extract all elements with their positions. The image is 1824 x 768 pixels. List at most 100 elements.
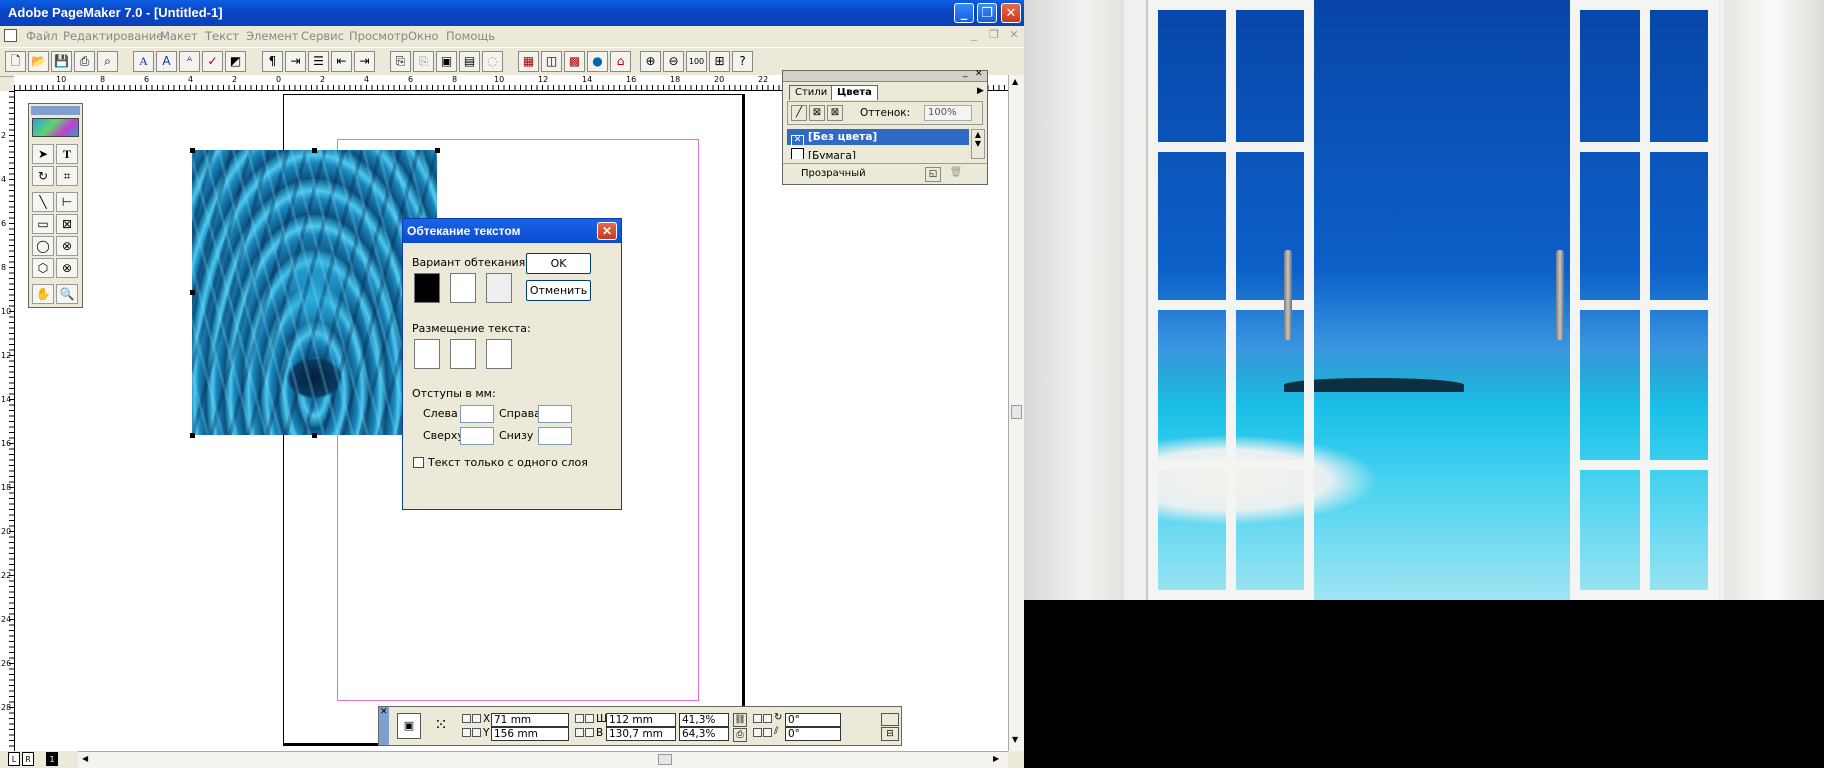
- zoom-in-icon[interactable]: ⊕: [640, 51, 661, 72]
- rotation-field[interactable]: 0°: [785, 713, 841, 727]
- copy-icon[interactable]: ⎘: [390, 51, 411, 72]
- left-offset-input[interactable]: [460, 405, 494, 423]
- bullets-icon[interactable]: ☰: [308, 51, 329, 72]
- selection-handle[interactable]: [190, 290, 195, 295]
- height-field[interactable]: 130,7 mm: [606, 727, 676, 741]
- vertical-ruler[interactable]: 2 4 6 8 10 12 14 16 18 20 22 24 26 28: [0, 91, 15, 751]
- paragraph-icon[interactable]: ¶: [262, 51, 283, 72]
- ellipse-tool-icon[interactable]: ◯: [32, 236, 54, 256]
- wrap-custom-icon[interactable]: [486, 273, 512, 303]
- ungroup-icon[interactable]: ◌: [482, 51, 503, 72]
- font-icon[interactable]: A: [133, 51, 154, 72]
- pointer-tool-icon[interactable]: ➤: [32, 144, 54, 164]
- skew-field[interactable]: 0°: [785, 727, 841, 741]
- spelling-icon[interactable]: ✓: [202, 51, 223, 72]
- ok-button[interactable]: OK: [526, 253, 591, 274]
- scroll-up-icon[interactable]: ▲: [1012, 77, 1018, 86]
- polygon-frame-tool-icon[interactable]: ⊗: [56, 258, 78, 278]
- rectangle-tool-icon[interactable]: ▭: [32, 214, 54, 234]
- menu-file[interactable]: Файл: [26, 29, 58, 43]
- vertical-scrollbar[interactable]: ▲ ▼: [1008, 75, 1024, 751]
- scroll-right-icon[interactable]: ▶: [993, 754, 999, 763]
- doc-close-button[interactable]: ✕: [1007, 28, 1021, 42]
- menu-element[interactable]: Элемент: [246, 29, 298, 43]
- nudge-h-down[interactable]: [585, 728, 594, 737]
- pdf-icon[interactable]: ▩: [564, 51, 585, 72]
- constrained-line-tool-icon[interactable]: ⊢: [56, 192, 78, 212]
- find-icon[interactable]: ⌕: [97, 51, 118, 72]
- document-icon[interactable]: [4, 29, 17, 42]
- left-master-page-icon[interactable]: L: [8, 752, 20, 766]
- maximize-button[interactable]: ❐: [977, 3, 997, 23]
- swatch-paper[interactable]: [Бумага]: [787, 147, 969, 159]
- proxy-icon[interactable]: ⁙: [429, 713, 453, 739]
- dialog-close-button[interactable]: ✕: [597, 222, 617, 240]
- polygon-tool-icon[interactable]: ⬡: [32, 258, 54, 278]
- image-control-icon[interactable]: ◫: [541, 51, 562, 72]
- x-position-field[interactable]: 71 mm: [491, 713, 569, 727]
- palette-close-icon[interactable]: ✕: [975, 69, 983, 79]
- nudge-skew-right[interactable]: [763, 728, 772, 737]
- width-percent-field[interactable]: 41,3%: [679, 713, 729, 727]
- toolbox-titlebar[interactable]: [31, 106, 80, 115]
- stroke-icon[interactable]: ╱: [791, 105, 807, 121]
- proportional-scaling-icon[interactable]: ⛓: [733, 713, 747, 727]
- rotate-tool-icon[interactable]: ↻: [32, 166, 54, 186]
- horizontal-scroll-thumb[interactable]: [658, 754, 672, 765]
- menu-view[interactable]: Просмотр: [349, 29, 408, 43]
- nudge-h-up[interactable]: [575, 728, 584, 737]
- title-bar[interactable]: Adobe PageMaker 7.0 - [Untitled-1] _ ❐ ✕: [0, 0, 1024, 26]
- ellipse-frame-tool-icon[interactable]: ⊗: [56, 236, 78, 256]
- nudge-rot-left[interactable]: [753, 714, 762, 723]
- shade-select[interactable]: 100%: [924, 105, 972, 121]
- line-tool-icon[interactable]: ╲: [32, 192, 54, 212]
- selection-handle[interactable]: [312, 148, 317, 153]
- placed-image[interactable]: [192, 150, 437, 435]
- reflect-h-icon[interactable]: [881, 713, 899, 726]
- cancel-button[interactable]: Отменить: [526, 280, 591, 301]
- place-image-icon[interactable]: ▦: [518, 51, 539, 72]
- nudge-w-right[interactable]: [585, 714, 594, 723]
- menu-edit[interactable]: Редактирование: [63, 29, 163, 43]
- crop-tool-icon[interactable]: ⌗: [56, 166, 78, 186]
- wrap-rect-icon[interactable]: [450, 273, 476, 303]
- single-layer-checkbox[interactable]: [413, 457, 424, 468]
- nudge-rot-right[interactable]: [763, 714, 772, 723]
- help-icon[interactable]: ?: [732, 51, 753, 72]
- text-tool-icon[interactable]: T: [56, 144, 78, 164]
- selection-handle[interactable]: [190, 148, 195, 153]
- printer-resolution-icon[interactable]: ⎙: [733, 728, 747, 742]
- nudge-w-left[interactable]: [575, 714, 584, 723]
- zoom-out-icon[interactable]: ⊖: [663, 51, 684, 72]
- new-color-icon[interactable]: ◱: [925, 167, 941, 182]
- height-percent-field[interactable]: 64,3%: [679, 727, 729, 741]
- vertical-scroll-thumb[interactable]: [1011, 405, 1022, 419]
- doc-minimize-button[interactable]: _: [967, 28, 981, 42]
- horizontal-scrollbar[interactable]: ◀ ▶: [78, 751, 1008, 768]
- indent-icon[interactable]: ⇥: [285, 51, 306, 72]
- bottom-offset-input[interactable]: [538, 427, 572, 445]
- nudge-y-up[interactable]: [462, 728, 471, 737]
- acrobat-icon[interactable]: ⌂: [610, 51, 631, 72]
- width-field[interactable]: 112 mm: [606, 713, 676, 727]
- text-style-icon[interactable]: ᴬ: [179, 51, 200, 72]
- nudge-x-right[interactable]: [472, 714, 481, 723]
- menu-utilities[interactable]: Сервис: [301, 29, 344, 43]
- dialog-titlebar[interactable]: Обтекание текстом ✕: [403, 219, 621, 243]
- page-1-icon[interactable]: 1: [46, 752, 58, 766]
- open-icon[interactable]: 📂: [28, 51, 49, 72]
- both-icon[interactable]: ⊠: [827, 105, 843, 121]
- apply-icon[interactable]: ▣: [397, 713, 421, 739]
- frame-icon[interactable]: ▣: [436, 51, 457, 72]
- palette-menu-icon[interactable]: ▶: [977, 86, 984, 96]
- swatch-scrollbar[interactable]: ▲ ▼: [971, 129, 985, 159]
- y-position-field[interactable]: 156 mm: [491, 727, 569, 741]
- zoom-tool-icon[interactable]: 🔍: [56, 284, 78, 304]
- print-icon[interactable]: ⎙: [74, 51, 95, 72]
- palette-titlebar[interactable]: [783, 71, 987, 82]
- selection-handle[interactable]: [190, 433, 195, 438]
- new-icon[interactable]: 🗋: [5, 51, 26, 72]
- selection-handle[interactable]: [435, 148, 440, 153]
- scroll-left-icon[interactable]: ◀: [82, 754, 88, 763]
- minimize-button[interactable]: _: [954, 3, 974, 23]
